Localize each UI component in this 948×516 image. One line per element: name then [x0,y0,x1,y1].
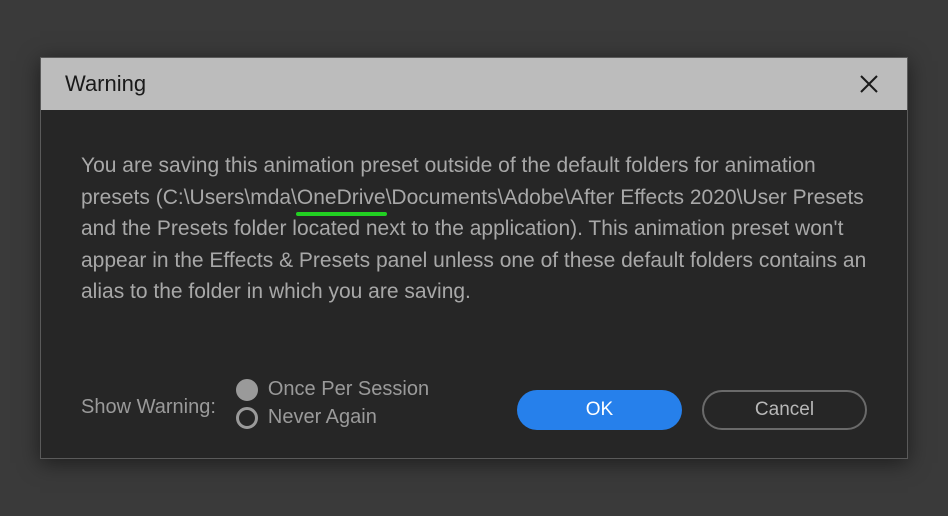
warning-message: You are saving this animation preset out… [81,150,867,308]
titlebar: Warning [41,58,907,110]
button-row: OK Cancel [517,378,867,430]
radio-group: Once Per Session Never Again [236,378,429,429]
ok-button[interactable]: OK [517,390,682,430]
message-text-highlighted: OneDrive [297,182,386,214]
dialog-content: You are saving this animation preset out… [41,110,907,458]
radio-label: Never Again [268,406,377,429]
dialog-footer: Show Warning: Once Per Session Never Aga… [81,378,867,430]
radio-once-per-session[interactable]: Once Per Session [236,378,429,401]
show-warning-label: Show Warning: [81,388,216,419]
cancel-button[interactable]: Cancel [702,390,867,430]
radio-icon [236,407,258,429]
close-icon [858,73,880,95]
radio-never-again[interactable]: Never Again [236,406,429,429]
radio-icon [236,379,258,401]
close-button[interactable] [855,70,883,98]
warning-dialog: Warning You are saving this animation pr… [40,57,908,459]
dialog-title: Warning [65,71,146,97]
radio-label: Once Per Session [268,378,429,401]
